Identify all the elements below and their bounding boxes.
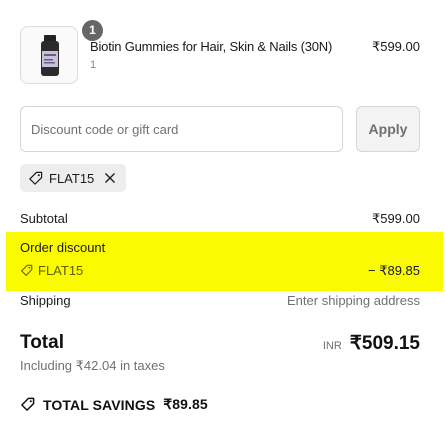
tag-icon [29, 171, 43, 185]
total-amount: ₹509.15 [349, 333, 420, 354]
product-name: Biotin Gummies for Hair, Skin & Nails (3… [90, 39, 333, 54]
order-discount-code-line: FLAT15 [20, 263, 83, 278]
close-icon[interactable] [104, 172, 116, 184]
product-thumbnail [20, 26, 78, 84]
biotin-gummies-bottle-icon [41, 35, 59, 76]
taxes-note: Including ₹42.04 in taxes [20, 358, 165, 373]
total-amount-group: INR ₹509.15 [323, 332, 420, 355]
order-discount-label: Order discount [20, 240, 106, 255]
quantity-badge: 1 [82, 20, 103, 41]
order-discount-code: FLAT15 [38, 263, 84, 278]
shipping-value: Enter shipping address [287, 293, 420, 308]
apply-discount-button[interactable]: Apply [356, 106, 420, 152]
order-discount-value: − ₹89.85 [367, 263, 420, 278]
tag-icon [21, 397, 35, 411]
total-savings: TOTAL SAVINGS ₹89.85 [20, 396, 208, 413]
subtotal-value: ₹599.00 [371, 211, 420, 226]
currency-code: INR [322, 340, 342, 352]
applied-discount-code: FLAT15 [49, 170, 95, 186]
total-label: Total [20, 332, 64, 353]
total-savings-label: TOTAL SAVINGS [43, 396, 156, 413]
tag-icon [21, 264, 33, 276]
product-price: ₹599.00 [371, 39, 420, 54]
total-savings-value: ₹89.85 [163, 396, 208, 412]
shipping-label: Shipping [20, 293, 71, 308]
product-variant: 1 [90, 59, 97, 71]
discount-code-input[interactable] [20, 106, 343, 152]
cart-line-item: 1 Biotin Gummies for Hair, Skin & Nails … [20, 20, 420, 84]
subtotal-label: Subtotal [20, 211, 68, 226]
applied-discount-tag: FLAT15 [20, 164, 127, 192]
